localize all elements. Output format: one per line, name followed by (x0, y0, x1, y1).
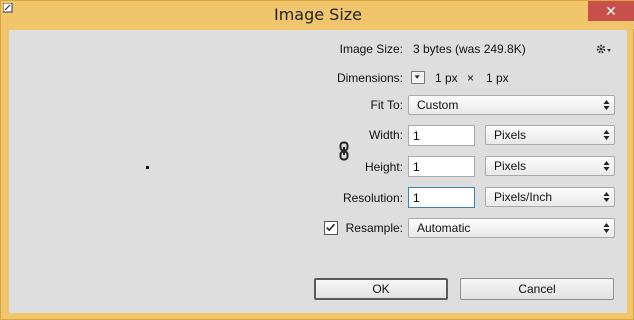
width-unit-select[interactable]: Pixels (485, 125, 615, 145)
close-button[interactable]: ✕ (588, 1, 634, 21)
dimensions-units-dropdown[interactable] (411, 71, 425, 84)
ok-button[interactable]: OK (314, 278, 448, 300)
image-preview[interactable] (9, 30, 309, 313)
select-arrows-icon (603, 130, 610, 140)
height-unit-value: Pixels (494, 159, 527, 173)
title-bar[interactable]: Image Size ✕ (1, 1, 634, 29)
width-input[interactable] (408, 125, 475, 146)
link-constrain-proportions-icon[interactable] (339, 141, 349, 161)
height-label: Height: (364, 160, 403, 174)
resample-label: Resample: (345, 221, 403, 235)
width-unit-value: Pixels (494, 128, 527, 142)
image-size-label: Image Size: (339, 42, 403, 56)
resolution-input[interactable] (408, 187, 475, 208)
dialog-title: Image Size (273, 5, 363, 24)
gear-icon[interactable] (594, 42, 612, 56)
dimensions-width: 1 px (435, 71, 458, 85)
image-size-value: 3 bytes (was 249.8K) (413, 42, 526, 56)
fit-to-select[interactable]: Custom (408, 95, 615, 115)
select-arrows-icon (603, 100, 610, 110)
preview-pixel (146, 166, 149, 169)
resample-method-select[interactable]: Automatic (408, 218, 615, 238)
close-icon: ✕ (605, 2, 617, 19)
select-arrows-icon (603, 161, 610, 171)
width-label: Width: (368, 128, 403, 142)
resolution-unit-value: Pixels/Inch (494, 190, 553, 204)
dialog-body: Image Size: 3 bytes (was 249.8K) Dimensi… (9, 30, 627, 313)
dimensions-times: × (467, 71, 475, 85)
image-size-dialog: Image Size ✕ Image Size: 3 bytes (was 24… (0, 0, 634, 320)
resample-checkbox[interactable] (324, 221, 338, 235)
dimensions-label: Dimensions: (336, 71, 403, 85)
select-arrows-icon (603, 223, 610, 233)
height-input[interactable] (408, 156, 475, 177)
fit-to-value: Custom (417, 98, 459, 112)
height-unit-select[interactable]: Pixels (485, 156, 615, 176)
resolution-unit-select[interactable]: Pixels/Inch (485, 187, 615, 207)
resample-method-value: Automatic (417, 221, 471, 235)
checkmark-icon (326, 223, 336, 232)
cancel-button[interactable]: Cancel (460, 278, 614, 300)
dimensions-height: 1 px (486, 71, 509, 85)
resolution-label: Resolution: (342, 191, 403, 205)
fit-to-label: Fit To: (370, 98, 403, 112)
select-arrows-icon (603, 192, 610, 202)
chevron-down-icon (414, 75, 420, 79)
